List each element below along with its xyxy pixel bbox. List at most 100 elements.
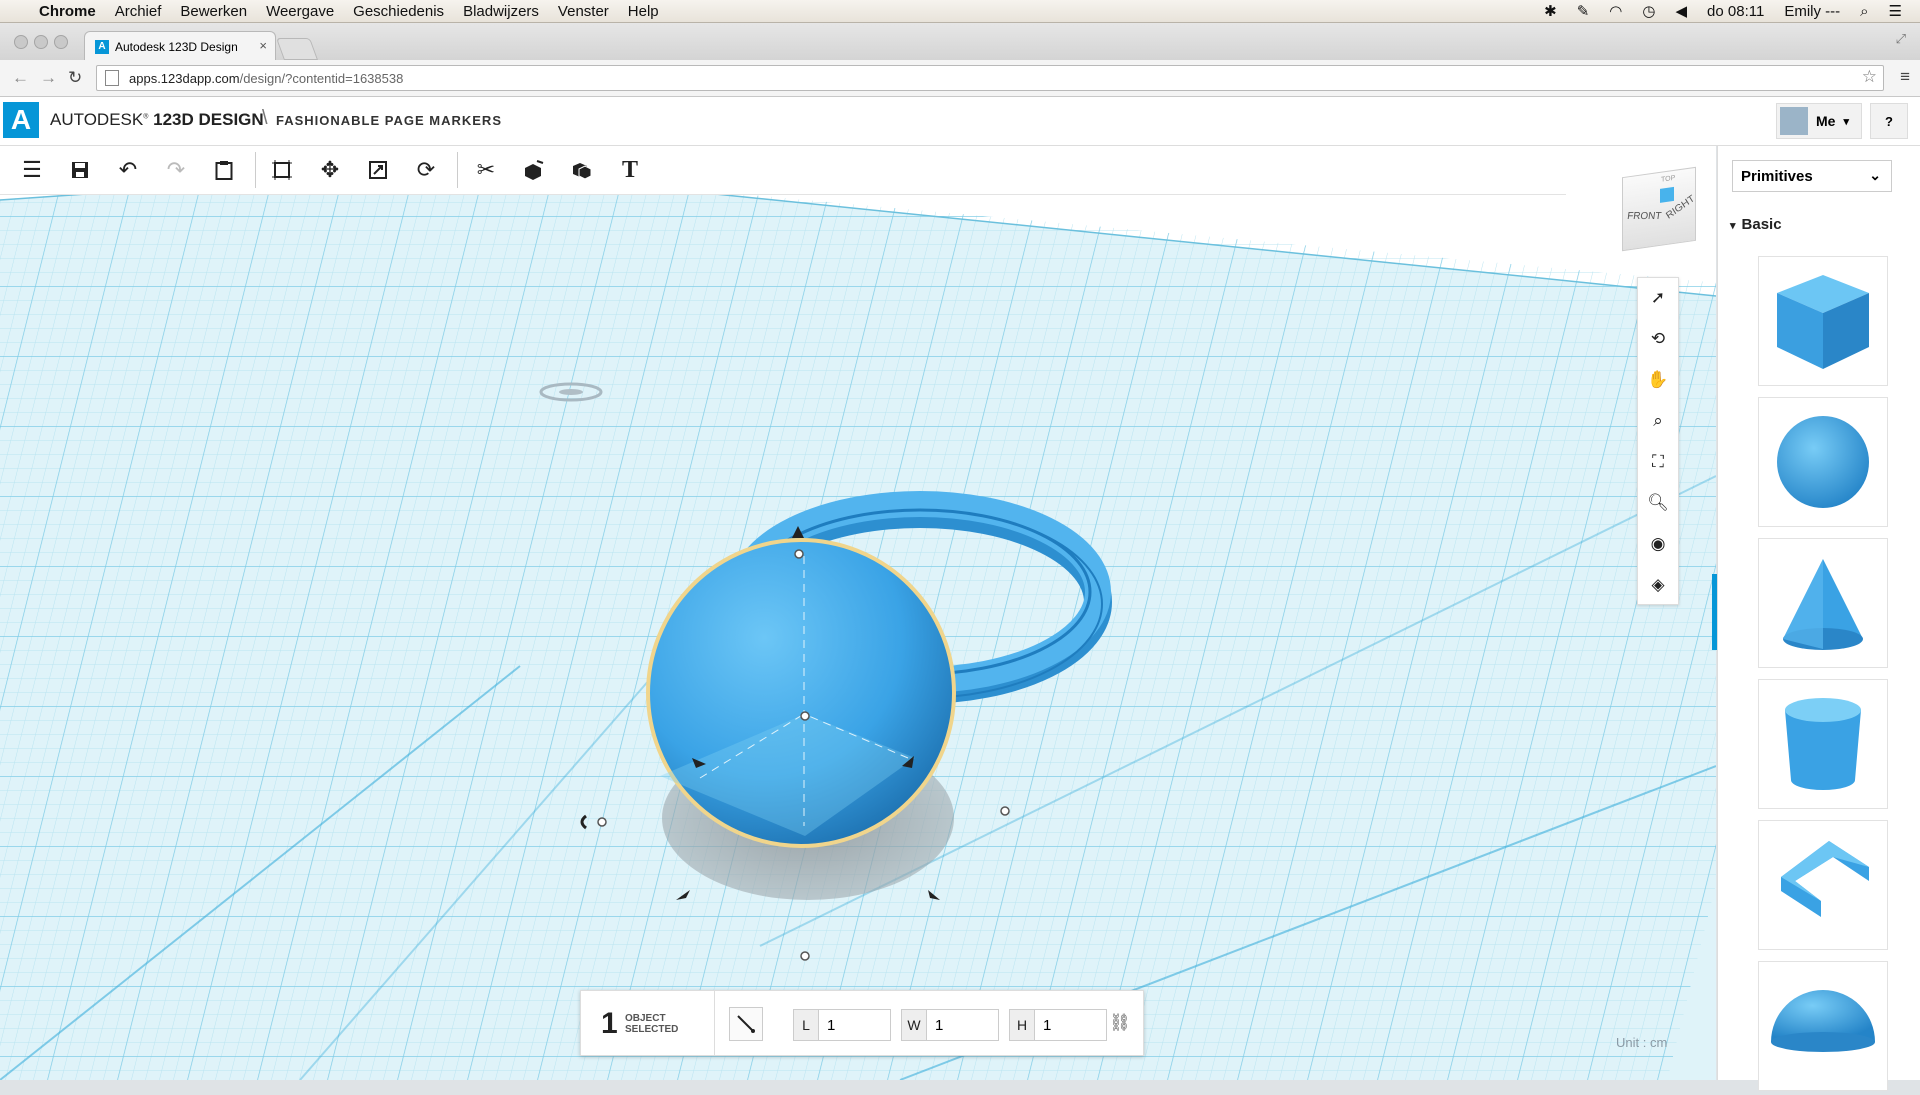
back-icon[interactable]: ← (12, 68, 29, 88)
construct-icon[interactable]: ✂ (462, 146, 510, 194)
spotlight-icon[interactable]: ⌕ (1860, 3, 1868, 20)
snap-button[interactable] (729, 1007, 763, 1041)
mac-menubar: Chrome Archief Bewerken Weergave Geschie… (0, 0, 1920, 23)
app-header: A AUTODESK® 123D DESIGN \ FASHIONABLE PA… (0, 97, 1920, 146)
selection-label-line2: SELECTED (625, 1024, 679, 1035)
cone-primitive[interactable] (1758, 538, 1888, 668)
volume-icon[interactable]: ◀ (1675, 2, 1687, 20)
window-close-button[interactable] (14, 35, 28, 49)
menu-bladwijzers[interactable]: Bladwijzers (463, 3, 539, 20)
time-machine-icon[interactable]: ◷ (1642, 2, 1655, 20)
sphere-primitive[interactable] (1758, 397, 1888, 527)
menu-archief[interactable]: Archief (115, 3, 162, 20)
chevron-down-icon: ⌄ (1869, 167, 1881, 183)
material-icon[interactable]: ◈ (1638, 565, 1678, 605)
box-primitive[interactable] (1758, 256, 1888, 386)
height-input[interactable] (1035, 1010, 1105, 1040)
help-button[interactable]: ? (1870, 103, 1908, 139)
url-path: /design/?contentid=1638538 (239, 70, 404, 86)
user-name[interactable]: Emily --- (1784, 3, 1840, 20)
zoom-icon[interactable]: ⌕ (1638, 401, 1678, 441)
cylinder-icon (1785, 698, 1861, 790)
viewcube-front-label[interactable]: FRONT (1626, 211, 1662, 222)
app-brand: AUTODESK® 123D DESIGN (50, 110, 264, 129)
orbit-icon[interactable]: ⟲ (1638, 319, 1678, 359)
visibility-icon[interactable]: ◉ (1638, 524, 1678, 564)
cone-icon (1783, 559, 1863, 650)
url-host: apps.123dapp.com (129, 70, 240, 86)
bookmark-star-icon[interactable]: ☆ (1862, 67, 1877, 87)
fit-icon[interactable]: ⛶ (1638, 442, 1678, 482)
window-zoom-button[interactable] (54, 35, 68, 49)
page-icon (105, 70, 119, 86)
bluetooth-icon[interactable]: ✱ (1544, 2, 1557, 20)
hemisphere-primitive[interactable] (1758, 961, 1888, 1091)
tab-close-icon[interactable]: × (259, 38, 267, 53)
length-input[interactable] (819, 1010, 889, 1040)
move-icon[interactable]: ✥ (306, 146, 354, 194)
scene-canvas[interactable] (0, 146, 1716, 1080)
menu-weergave[interactable]: Weergave (266, 3, 334, 20)
navigation-bar: ➚ ⟲ ✋ ⌕ ⛶ 🔍︎ ◉ ◈ (1637, 277, 1679, 605)
viewcube-top-label[interactable]: TOP (1661, 175, 1675, 184)
width-field: W (901, 1009, 999, 1041)
zoom-window-icon[interactable]: 🔍︎ (1638, 483, 1678, 523)
new-tab-button[interactable] (275, 38, 319, 60)
polygon-primitive[interactable] (1758, 820, 1888, 950)
chrome-menu-icon[interactable]: ≡ (1900, 67, 1910, 87)
scale-icon[interactable] (354, 146, 402, 194)
select-icon[interactable]: ➚ (1638, 278, 1678, 318)
redo-icon[interactable]: ↷ (152, 146, 200, 194)
main-toolbar: ☰ ↶ ↷ ✥ ⟳ ✂ T (0, 146, 1566, 195)
chevron-down-icon: ▾ (1843, 115, 1849, 128)
menu-icon[interactable]: ☰ (8, 146, 56, 194)
autodesk-logo[interactable]: A (3, 102, 39, 138)
clock[interactable]: do 08:11 (1707, 3, 1764, 20)
autodesk-favicon: A (95, 39, 109, 54)
rotate-icon[interactable]: ⟳ (402, 146, 450, 194)
view-cube[interactable]: TOP FRONT RIGHT (1622, 166, 1697, 252)
divider (714, 991, 715, 1055)
length-label: L (794, 1010, 819, 1040)
text-icon[interactable]: T (606, 146, 654, 194)
window-minimize-button[interactable] (34, 35, 48, 49)
link-proportions-icon[interactable]: ⛓ (1109, 1013, 1131, 1033)
user-menu-button[interactable]: Me ▾ (1776, 103, 1862, 139)
address-bar[interactable]: apps.123dapp.com/design/?contentid=16385… (96, 65, 1884, 91)
browser-tab[interactable]: A Autodesk 123D Design × (84, 31, 276, 61)
fullscreen-icon[interactable]: ⤢ (1896, 31, 1906, 47)
width-label: W (902, 1010, 927, 1040)
menu-venster[interactable]: Venster (558, 3, 609, 20)
menu-app-name[interactable]: Chrome (39, 3, 96, 20)
viewcube-home-icon[interactable] (1660, 186, 1674, 203)
cylinder-primitive[interactable] (1758, 679, 1888, 809)
forward-icon[interactable]: → (40, 68, 57, 88)
user-menu-label: Me (1816, 113, 1836, 129)
polygon-icon (1781, 841, 1869, 917)
snap-icon (737, 1015, 755, 1033)
menu-geschiedenis[interactable]: Geschiedenis (353, 3, 444, 20)
primitives-dropdown[interactable]: Primitives ⌄ (1732, 160, 1892, 192)
pen-icon[interactable]: ✎ (1577, 2, 1590, 20)
undo-icon[interactable]: ↶ (104, 146, 152, 194)
3d-viewport[interactable] (0, 146, 1716, 1080)
primitives-panel: Primitives ⌄ ▾ Basic (1717, 146, 1920, 1091)
paste-icon[interactable] (200, 146, 248, 194)
bounding-box-icon[interactable] (258, 146, 306, 194)
height-label: H (1010, 1010, 1035, 1040)
menu-help[interactable]: Help (628, 3, 659, 20)
save-icon[interactable] (56, 146, 104, 194)
pan-icon[interactable]: ✋ (1638, 360, 1678, 400)
project-title[interactable]: FASHIONABLE PAGE MARKERS (276, 113, 502, 128)
basic-section-header[interactable]: ▾ Basic (1730, 216, 1782, 233)
menu-bewerken[interactable]: Bewerken (180, 3, 247, 20)
primitives-dropdown-label: Primitives (1741, 167, 1813, 185)
notification-icon[interactable]: ☰ (1889, 2, 1902, 20)
tab-title: Autodesk 123D Design (115, 39, 238, 54)
width-input[interactable] (927, 1010, 997, 1040)
browser-toolbar: ← → ↻ apps.123dapp.com/design/?contentid… (0, 60, 1920, 97)
modify-icon[interactable] (510, 146, 558, 194)
combine-icon[interactable] (558, 146, 606, 194)
wifi-icon[interactable]: ◠ (1609, 2, 1622, 20)
reload-icon[interactable]: ↻ (68, 68, 82, 88)
